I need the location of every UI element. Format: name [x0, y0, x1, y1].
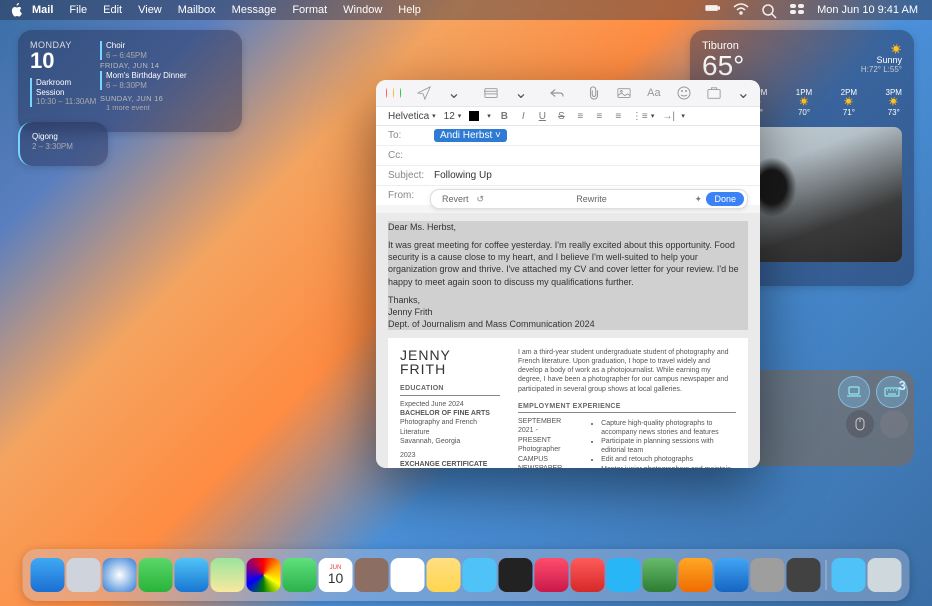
send-button[interactable] [417, 85, 431, 101]
dock-settings[interactable] [751, 558, 785, 592]
dock-safari[interactable] [103, 558, 137, 592]
sparkle-icon[interactable]: ✦ [694, 194, 706, 205]
header-fields-button[interactable] [484, 85, 498, 101]
dock-trash[interactable] [868, 558, 902, 592]
done-button[interactable]: Done [706, 192, 744, 206]
dock-finder[interactable] [31, 558, 65, 592]
sun-icon: ☀️ [841, 97, 857, 106]
close-button[interactable] [386, 88, 387, 98]
align-center-icon[interactable]: ≡ [594, 111, 605, 122]
mail-compose-window: ⌄ ⌄ Aa ⌄ Helvetica ▾ 12 ▾ ▾ B I U S ≡ ≡ … [376, 80, 760, 468]
cal-event-birthday: Mom's Birthday Dinner 6 – 8:30PM [100, 71, 230, 90]
cal-event: Darkroom Session 10:30 – 11:30AM [30, 78, 100, 107]
dock-messages[interactable] [139, 558, 173, 592]
rewrite-toolbar: Revert ↺ Rewrite ✦ Done [430, 189, 748, 209]
font-selector[interactable]: Helvetica ▾ [388, 111, 436, 122]
blank-control[interactable] [880, 410, 908, 438]
italic-button[interactable]: I [518, 111, 529, 122]
dock-tv[interactable] [499, 558, 533, 592]
emoji-icon[interactable] [677, 85, 691, 101]
cal-event-qigong: Qigong 2 – 3:30PM [18, 122, 108, 166]
menubar: Mail File Edit View Mailbox Message Form… [0, 0, 932, 20]
sun-icon: ☀️ [796, 97, 812, 106]
resume-attachment: JENNYFRITH EDUCATION Expected June 2024 … [388, 338, 748, 468]
menu-mailbox[interactable]: Mailbox [178, 4, 216, 16]
dock-downloads[interactable] [832, 558, 866, 592]
recipient-pill[interactable]: Andi Herbst ˅ [434, 129, 507, 142]
cal-day-number: 10 [30, 50, 100, 72]
format-icon[interactable]: Aa [647, 85, 660, 101]
chevron-down-icon[interactable]: ⌄ [447, 85, 460, 101]
revert-button[interactable]: Revert [434, 192, 477, 206]
sun-icon: ☀️ [886, 97, 902, 106]
dock-notes[interactable] [427, 558, 461, 592]
message-body[interactable]: Dear Ms. Herbst, It was great meeting fo… [376, 213, 760, 468]
menu-help[interactable]: Help [398, 4, 421, 16]
color-picker[interactable] [469, 111, 479, 121]
menu-file[interactable]: File [69, 4, 87, 16]
dock-news[interactable] [571, 558, 605, 592]
control-center-icon[interactable] [789, 3, 805, 17]
size-selector[interactable]: 12 ▾ [444, 111, 462, 122]
align-left-icon[interactable]: ≡ [575, 111, 586, 122]
strike-button[interactable]: S [556, 111, 567, 122]
window-titlebar[interactable]: ⌄ ⌄ Aa ⌄ [376, 80, 760, 106]
dock-maps[interactable] [211, 558, 245, 592]
dock-appstore[interactable] [715, 558, 749, 592]
dock-contacts[interactable] [355, 558, 389, 592]
format-bar: Helvetica ▾ 12 ▾ ▾ B I U S ≡ ≡ ≡ ⋮≡▾ →|▾ [376, 106, 760, 126]
reply-icon[interactable] [550, 85, 564, 101]
menu-app[interactable]: Mail [32, 4, 53, 16]
wifi-icon[interactable] [733, 3, 749, 17]
markup-icon[interactable] [707, 85, 721, 101]
menu-edit[interactable]: Edit [103, 4, 122, 16]
keyboard-icon[interactable] [876, 376, 908, 408]
dock-pages[interactable] [679, 558, 713, 592]
list-icon[interactable]: ⋮≡ [632, 111, 643, 122]
dock-photos[interactable] [247, 558, 281, 592]
menu-format[interactable]: Format [292, 4, 327, 16]
align-right-icon[interactable]: ≡ [613, 111, 624, 122]
bold-button[interactable]: B [499, 111, 510, 122]
spotlight-icon[interactable] [761, 3, 777, 17]
dock-calendar[interactable]: JUN10 [319, 558, 353, 592]
dock-preview[interactable] [787, 558, 821, 592]
rewrite-label: Rewrite [489, 194, 695, 204]
dock-launchpad[interactable] [67, 558, 101, 592]
dock-freeform[interactable] [463, 558, 497, 592]
underline-button[interactable]: U [537, 111, 548, 122]
cal-event-choir: Choir 6 – 6:45PM [100, 41, 230, 60]
dock-mail[interactable] [175, 558, 209, 592]
dock-music[interactable] [535, 558, 569, 592]
chevron-down-icon[interactable]: ⌄ [514, 85, 527, 101]
dock-reminders[interactable] [391, 558, 425, 592]
menu-message[interactable]: Message [232, 4, 277, 16]
menubar-clock[interactable]: Mon Jun 10 9:41 AM [817, 4, 918, 16]
laptop-icon[interactable] [838, 376, 870, 408]
dock-numbers[interactable] [643, 558, 677, 592]
mouse-icon[interactable] [846, 410, 874, 438]
dock-facetime[interactable] [283, 558, 317, 592]
minimize-button[interactable] [393, 88, 394, 98]
apple-menu-icon[interactable] [10, 3, 24, 17]
battery-icon[interactable] [705, 3, 721, 17]
menu-window[interactable]: Window [343, 4, 382, 16]
indent-icon[interactable]: →| [662, 111, 673, 122]
menu-view[interactable]: View [138, 4, 162, 16]
attachment-icon[interactable] [587, 85, 601, 101]
subject-field[interactable]: Following Up [434, 170, 748, 181]
photo-icon[interactable] [617, 85, 631, 101]
calendar-widget[interactable]: MONDAY 10 Darkroom Session 10:30 – 11:30… [18, 30, 242, 132]
undo-icon[interactable]: ↺ [477, 194, 489, 205]
dock: JUN10 [23, 549, 910, 601]
dock-podcast[interactable] [607, 558, 641, 592]
chevron-down-icon[interactable]: ⌄ [737, 85, 750, 101]
zoom-button[interactable] [400, 88, 401, 98]
